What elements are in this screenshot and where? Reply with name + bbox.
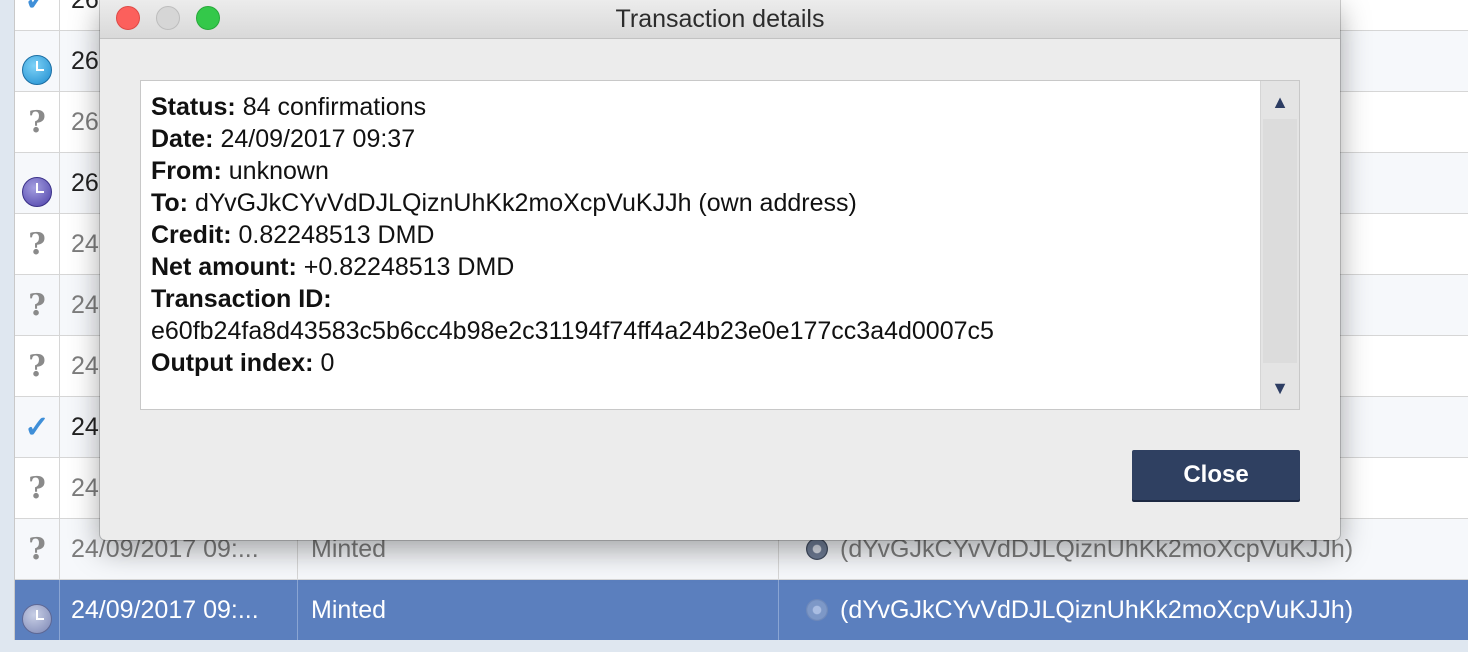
question-icon: ?	[28, 288, 46, 324]
net-amount-label: Net amount:	[151, 253, 297, 281]
output-index-label: Output index:	[151, 349, 314, 377]
vertical-scrollbar[interactable]: ▲ ▼	[1260, 81, 1299, 409]
question-icon: ?	[28, 532, 46, 568]
net-amount-line: Net amount: +0.82248513 DMD	[151, 251, 1255, 283]
clock-grey-icon	[22, 604, 52, 635]
transaction-details-dialog: Transaction details Status: 84 confirmat…	[100, 0, 1340, 540]
to-value: dYvGJkCYvVdDJLQiznUhKk2moXcpVuKJJh (own …	[194, 189, 857, 217]
from-label: From:	[151, 157, 222, 185]
from-line: From: unknown	[151, 155, 1255, 187]
credit-label: Credit:	[151, 221, 232, 249]
row-status-cell: ?	[15, 519, 60, 579]
transaction-id-label: Transaction ID:	[151, 285, 332, 313]
row-date: 24/09/2017 09:...	[60, 580, 298, 640]
table-row[interactable]: 24/09/2017 09:... Minted (dYvGJkCYvVdDJLQi…	[15, 580, 1468, 640]
clock-blue-icon	[22, 55, 52, 86]
scroll-down-icon[interactable]: ▼	[1261, 373, 1299, 403]
dialog-title: Transaction details	[615, 5, 825, 33]
dialog-titlebar[interactable]: Transaction details	[100, 0, 1340, 39]
status-line: Status: 84 confirmations	[151, 91, 1255, 123]
question-icon: ?	[28, 105, 46, 141]
to-line: To: dYvGJkCYvVdDJLQiznUhKk2moXcpVuKJJh (…	[151, 187, 1255, 219]
check-icon: ✓	[24, 0, 50, 18]
question-icon: ?	[28, 227, 46, 263]
status-value: 84 confirmations	[242, 93, 427, 121]
row-type: Minted	[299, 580, 779, 640]
status-label: Status:	[151, 93, 236, 121]
row-status-cell	[15, 580, 60, 640]
close-button[interactable]: Close	[1132, 450, 1300, 500]
mint-icon	[806, 599, 828, 621]
date-label: Date:	[151, 125, 214, 153]
scroll-track[interactable]	[1263, 119, 1297, 363]
row-status-cell: ?	[15, 336, 60, 396]
date-line: Date: 24/09/2017 09:37	[151, 123, 1255, 155]
row-status-cell: ?	[15, 275, 60, 335]
credit-value: 0.82248513 DMD	[238, 221, 435, 249]
row-address-cell: (dYvGJkCYvVdDJLQiznUhKk2moXcpVuKJJh)	[780, 580, 1468, 640]
row-status-cell: ?	[15, 214, 60, 274]
row-status-cell: ?	[15, 92, 60, 152]
question-icon: ?	[28, 349, 46, 385]
mint-icon	[806, 538, 828, 560]
details-textbox[interactable]: Status: 84 confirmations Date: 24/09/201…	[140, 80, 1300, 410]
transaction-id-value: e60fb24fa8d43583c5b6cc4b98e2c31194f74ff4…	[151, 317, 994, 345]
row-status-cell: ?	[15, 458, 60, 518]
row-status-cell: ✓	[15, 0, 60, 30]
check-icon: ✓	[24, 411, 50, 445]
output-index-line: Output index: 0	[151, 347, 1255, 379]
net-amount-value: +0.82248513 DMD	[303, 253, 515, 281]
clock-purple-icon	[22, 177, 52, 208]
to-label: To:	[151, 189, 189, 217]
row-status-cell	[15, 31, 60, 91]
from-value: unknown	[228, 157, 329, 185]
scroll-up-icon[interactable]: ▲	[1261, 87, 1299, 117]
output-index-value: 0	[320, 349, 335, 377]
transaction-id-line: Transaction ID:	[151, 283, 1255, 315]
question-icon: ?	[28, 471, 46, 507]
row-address: (dYvGJkCYvVdDJLQiznUhKk2moXcpVuKJJh)	[840, 596, 1354, 624]
date-value: 24/09/2017 09:37	[220, 125, 416, 153]
details-content: Status: 84 confirmations Date: 24/09/201…	[151, 91, 1255, 379]
credit-line: Credit: 0.82248513 DMD	[151, 219, 1255, 251]
row-status-cell	[15, 153, 60, 213]
row-status-cell: ✓	[15, 397, 60, 457]
